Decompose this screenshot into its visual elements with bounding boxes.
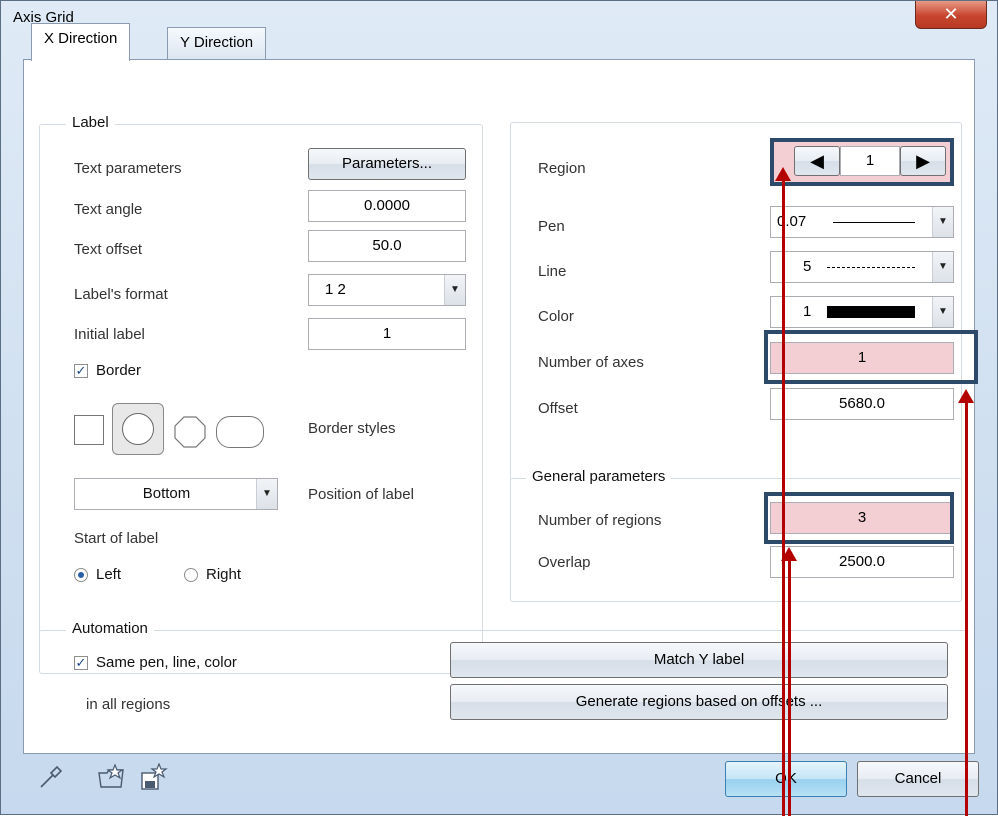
color-value: 1	[803, 303, 812, 320]
annotation-arrow-regions-line	[788, 557, 791, 816]
annotation-arrow-region-head	[775, 167, 791, 181]
position-of-label-select[interactable]: Bottom ▼	[74, 478, 278, 510]
text-parameters-label: Text parameters	[74, 160, 182, 177]
overlap-label: Overlap	[538, 554, 591, 571]
axis-grid-dialog: Axis Grid ✕ X Direction Y Direction Labe…	[0, 0, 998, 816]
border-style-rounded-icon[interactable]	[216, 416, 264, 448]
same-pen-label: Same pen, line, color	[96, 654, 237, 671]
annotation-arrow-axes-line	[965, 399, 968, 816]
line-type-icon	[827, 267, 915, 269]
close-icon: ✕	[943, 4, 959, 24]
border-style-octagon-icon[interactable]	[174, 416, 206, 448]
annotation-arrow-region-line	[782, 177, 785, 816]
labels-format-select[interactable]: 1 2 ▼	[308, 274, 466, 306]
text-offset-input[interactable]: 50.0	[308, 230, 466, 262]
number-of-axes-highlight-frame	[764, 330, 978, 384]
pen-select[interactable]: 0.07 ▼	[770, 206, 954, 238]
start-left-radio[interactable]	[74, 568, 88, 582]
border-checkbox[interactable]: ✓	[74, 364, 88, 378]
tab-y-direction[interactable]: Y Direction	[167, 27, 267, 59]
save-favorite-icon[interactable]	[139, 762, 169, 797]
color-swatch-icon	[827, 306, 915, 318]
number-of-regions-highlight-frame	[764, 492, 954, 544]
close-button[interactable]: ✕	[915, 1, 987, 29]
chevron-down-icon: ▼	[932, 252, 953, 282]
border-styles-label: Border styles	[308, 420, 396, 437]
annotation-arrow-axes-head	[958, 389, 974, 403]
chevron-down-icon: ▼	[256, 479, 277, 509]
overlap-input[interactable]: 2500.0	[770, 546, 954, 578]
tab-x-direction[interactable]: X Direction	[31, 23, 131, 61]
match-y-label-button[interactable]: Match Y label	[450, 642, 948, 678]
border-checkbox-label: Border	[96, 362, 142, 379]
offset-input[interactable]: 5680.0	[770, 388, 954, 420]
position-value: Bottom	[142, 485, 191, 502]
line-select[interactable]: 5 ▼	[770, 251, 954, 283]
initial-label-label: Initial label	[74, 326, 145, 343]
chevron-down-icon: ▼	[932, 207, 953, 237]
initial-label-input[interactable]: 1	[308, 318, 466, 350]
generate-regions-button[interactable]: Generate regions based on offsets ...	[450, 684, 948, 720]
labels-format-value: 1 2	[325, 281, 346, 298]
start-right-label: Right	[206, 566, 242, 583]
number-of-regions-label: Number of regions	[538, 512, 662, 529]
labels-format-label: Label's format	[74, 286, 168, 303]
line-label: Line	[538, 263, 567, 280]
color-select[interactable]: 1 ▼	[770, 296, 954, 328]
title-bar: Axis Grid ✕	[1, 1, 997, 41]
eyedropper-icon[interactable]	[37, 763, 65, 797]
favorites-folder-icon[interactable]	[97, 763, 127, 797]
text-angle-label: Text angle	[74, 201, 143, 218]
line-value: 5	[803, 258, 812, 275]
color-label: Color	[538, 308, 574, 325]
cancel-button-label: Cancel	[894, 770, 942, 787]
cancel-button[interactable]: Cancel	[857, 761, 979, 797]
region-label: Region	[538, 160, 586, 177]
text-angle-input[interactable]: 0.0000	[308, 190, 466, 222]
tab-x-direction-label: X Direction	[44, 30, 118, 47]
pen-label: Pen	[538, 218, 565, 235]
general-parameters-title: General parameters	[526, 468, 672, 485]
parameters-button-label: Parameters...	[341, 155, 433, 172]
start-of-label-label: Start of label	[74, 530, 159, 547]
in-all-regions-label: in all regions	[86, 696, 171, 713]
tab-panel: Label Text parameters Parameters... Text…	[23, 59, 978, 754]
border-style-circle-selected[interactable]	[112, 403, 164, 455]
offset-label: Offset	[538, 400, 578, 417]
text-offset-label: Text offset	[74, 241, 143, 258]
chevron-down-icon: ▼	[932, 297, 953, 327]
ok-button[interactable]: OK	[725, 761, 847, 797]
label-group-title: Label	[66, 114, 115, 131]
same-pen-checkbox[interactable]: ✓	[74, 656, 88, 670]
border-style-square-icon[interactable]	[74, 415, 104, 445]
start-right-radio[interactable]	[184, 568, 198, 582]
pen-line-icon	[833, 222, 915, 223]
tab-y-direction-label: Y Direction	[180, 34, 254, 51]
position-of-label-label: Position of label	[308, 486, 414, 503]
number-of-axes-label: Number of axes	[538, 354, 644, 371]
automation-title: Automation	[66, 620, 154, 637]
annotation-arrow-regions-head	[781, 547, 797, 561]
generate-regions-button-text: Generate regions based on offsets ...	[575, 693, 823, 710]
match-y-label-button-text: Match Y label	[653, 651, 745, 668]
parameters-button[interactable]: Parameters...	[308, 148, 466, 180]
chevron-down-icon: ▼	[444, 275, 465, 305]
start-left-label: Left	[96, 566, 122, 583]
ok-button-label: OK	[775, 770, 797, 787]
region-highlight-frame	[770, 138, 954, 186]
border-style-circle-icon	[122, 413, 154, 445]
